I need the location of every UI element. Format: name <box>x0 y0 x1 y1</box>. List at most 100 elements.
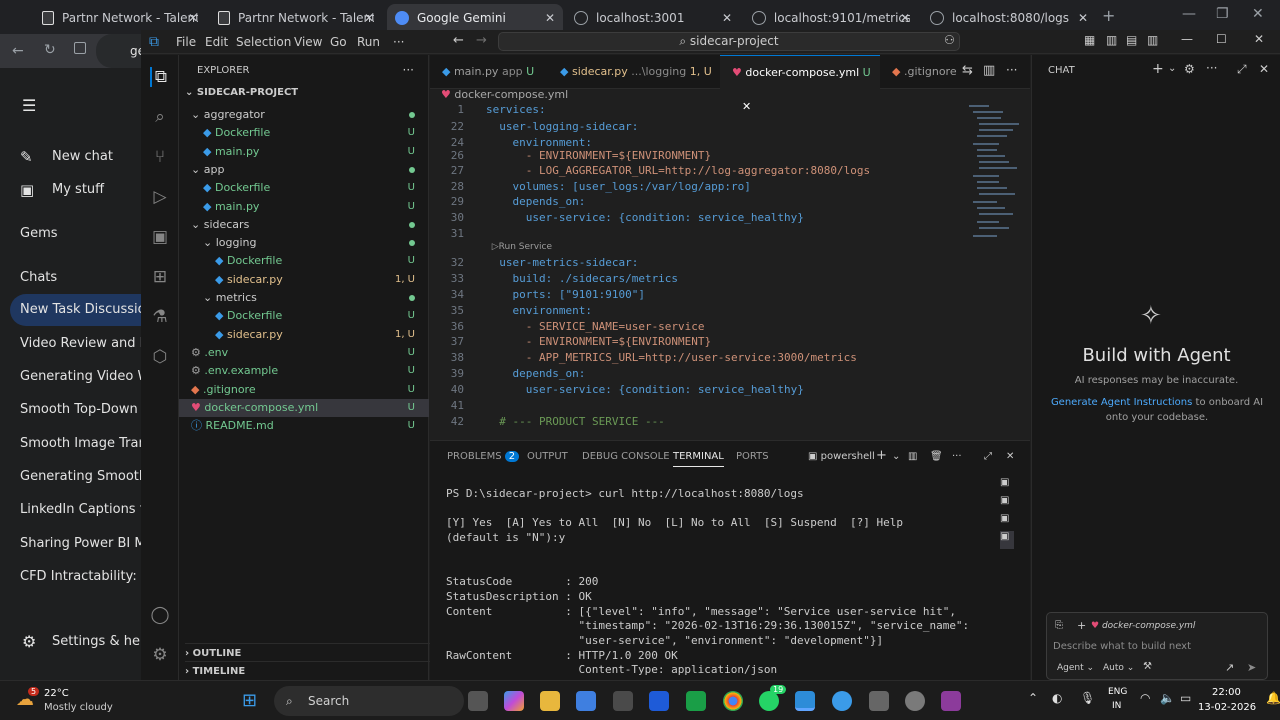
docker-icon[interactable]: ⬡ <box>150 347 170 367</box>
remote-explorer-icon[interactable]: ▣ <box>150 227 170 247</box>
tab-debug-console[interactable]: DEBUG CONSOLE <box>582 451 670 462</box>
volume-icon[interactable]: 🔈 <box>1160 691 1175 705</box>
wifi-icon[interactable]: ◠ <box>1140 691 1150 705</box>
close-panel-icon[interactable]: ✕ <box>1006 451 1014 462</box>
code-editor[interactable]: 1 services: 22 user-logging-sidecar: 24 env… <box>430 103 1030 448</box>
chat-item[interactable]: New Task Discussion <box>20 302 154 317</box>
editor-tab-sidecar-py[interactable]: ◆ sidecar.py ...\logging 1, U <box>548 55 720 89</box>
extensions-icon[interactable]: ⊞ <box>150 267 170 287</box>
minimize-icon[interactable]: — <box>1181 32 1193 46</box>
copilot-icon[interactable]: ⚇ <box>944 33 955 47</box>
maximize-panel-icon[interactable]: ⤢ <box>984 451 992 462</box>
terminal-profile[interactable]: ▣ powershell <box>808 451 875 462</box>
store-icon[interactable] <box>576 691 596 711</box>
terminal-instance-icon[interactable]: ▣ <box>1000 477 1014 495</box>
gear-icon[interactable]: ⚙ <box>1184 62 1195 76</box>
new-terminal-icon[interactable]: + <box>876 448 887 463</box>
new-chat-icon[interactable]: + <box>1152 61 1164 77</box>
address-bar[interactable]: ge <box>96 34 145 68</box>
tree-file[interactable]: ⚙ .env.example U <box>179 362 429 380</box>
close-icon[interactable]: ✕ <box>188 11 198 25</box>
tree-folder[interactable]: ⌄ app <box>179 161 429 179</box>
browser-tab-gemini[interactable]: Google Gemini ✕ <box>387 4 563 32</box>
copilot-icon[interactable] <box>504 691 524 711</box>
app-icon[interactable] <box>832 691 852 711</box>
maximize-icon[interactable]: ❐ <box>1216 6 1229 22</box>
chat-item[interactable]: Smooth Top-Down to <box>20 402 155 417</box>
timeline-section[interactable]: › TIMELINE <box>185 661 435 677</box>
close-window-icon[interactable]: ✕ <box>1252 6 1264 22</box>
search-icon[interactable]: ⌕ <box>150 107 170 127</box>
menu-file[interactable]: File <box>176 35 196 49</box>
tree-file[interactable]: ⚙ .env U <box>179 344 429 362</box>
toggle-secondary-sidebar-icon[interactable]: ▥ <box>1147 33 1158 47</box>
add-context-icon[interactable]: + <box>1077 619 1086 632</box>
new-chat-icon[interactable]: ✎ <box>20 148 33 166</box>
whatsapp-icon[interactable] <box>759 691 779 711</box>
language-top[interactable]: ENG <box>1108 687 1127 697</box>
taskbar-search[interactable]: ⌕ Search <box>274 686 464 716</box>
language-bottom[interactable]: IN <box>1112 701 1121 711</box>
new-chat-link[interactable]: New chat <box>52 149 113 164</box>
delegate-icon[interactable]: ↗ <box>1225 661 1234 674</box>
browser-tab-4[interactable]: localhost:3001 ✕ <box>566 4 740 32</box>
windows-start-icon[interactable]: ⊞ <box>242 690 257 711</box>
toggle-sidebar-icon[interactable]: ▥ <box>1106 33 1117 47</box>
chat-item[interactable]: CFD Intractability: Gri <box>20 569 160 584</box>
reload-icon[interactable]: ↻ <box>44 42 56 58</box>
browser-tab-5[interactable]: localhost:9101/metrics ✕ <box>744 4 918 32</box>
menu-view[interactable]: View <box>294 35 322 49</box>
battery-icon[interactable]: ▭ <box>1180 691 1191 705</box>
breadcrumb[interactable]: ♥ docker-compose.yml <box>441 88 568 101</box>
testing-icon[interactable]: ⚗ <box>150 307 170 327</box>
attach-icon[interactable]: ⎘ <box>1055 620 1063 631</box>
back-icon[interactable]: ← <box>12 43 24 59</box>
gems-link[interactable]: Gems <box>20 226 58 241</box>
menu-more[interactable]: ··· <box>393 35 404 49</box>
tree-file[interactable]: ◆ Dockerfile U <box>179 124 429 142</box>
manage-gear-icon[interactable]: ⚙ <box>150 645 170 665</box>
outline-section[interactable]: › OUTLINE <box>185 643 435 659</box>
app-icon[interactable] <box>649 691 669 711</box>
tab-output[interactable]: OUTPUT <box>527 451 568 462</box>
task-view-icon[interactable] <box>468 691 488 711</box>
close-icon[interactable]: ✕ <box>1259 62 1269 76</box>
minimize-icon[interactable]: — <box>1182 6 1196 22</box>
tree-folder[interactable]: ⌄ logging <box>179 234 429 252</box>
close-window-icon[interactable]: ✕ <box>1254 32 1264 46</box>
tree-file[interactable]: ◆ main.py U <box>179 198 429 216</box>
tree-file[interactable]: ◆ sidecar.py 1, U <box>179 271 429 289</box>
clock-time[interactable]: 22:00 <box>1212 687 1241 698</box>
tab-ports[interactable]: PORTS <box>736 451 769 462</box>
explorer-icon[interactable]: ⧉ <box>150 67 170 87</box>
gear-icon[interactable]: ⚙ <box>22 632 36 651</box>
terminal-instance-icon[interactable]: ▣ <box>1000 531 1014 549</box>
xbox-icon[interactable] <box>686 691 706 711</box>
tree-folder[interactable]: ⌄ aggregator <box>179 106 429 124</box>
toggle-panel-icon[interactable]: ▤ <box>1126 33 1137 47</box>
more-actions-icon[interactable]: ··· <box>952 451 962 462</box>
layout-icon[interactable]: ▦ <box>1084 33 1095 47</box>
weather-temp[interactable]: 22°C <box>44 688 69 699</box>
codelens-run-service[interactable]: ▷Run Service <box>486 242 552 252</box>
app-icon[interactable] <box>869 691 889 711</box>
menu-edit[interactable]: Edit <box>205 35 228 49</box>
tab-terminal[interactable]: TERMINAL <box>673 451 724 467</box>
maximize-icon[interactable]: ☐ <box>1216 32 1227 46</box>
file-explorer-icon[interactable] <box>540 691 560 711</box>
editor-tab-docker-compose[interactable]: ♥ docker-compose.yml U ✕ <box>720 55 880 113</box>
vscode-taskbar-icon[interactable] <box>795 691 815 711</box>
close-icon[interactable]: ✕ <box>545 11 555 25</box>
split-terminal-icon[interactable]: ▥ <box>908 451 917 462</box>
app-icon[interactable] <box>613 691 633 711</box>
browser-tab-1[interactable]: Partnr Network - Talent Lay ✕ <box>34 4 206 32</box>
maximize-icon[interactable]: ⤢ <box>1237 62 1247 77</box>
chevron-down-icon[interactable]: ⌄ <box>892 451 900 462</box>
tree-file[interactable]: ⓘ README.md U <box>179 417 429 435</box>
run-debug-icon[interactable]: ▷ <box>150 187 170 207</box>
account-icon[interactable]: ◯ <box>150 605 170 625</box>
notification-icon[interactable]: 🔔 <box>1266 691 1280 705</box>
microphone-icon[interactable]: 🎙 <box>1080 691 1095 705</box>
snipping-tool-icon[interactable] <box>941 691 961 711</box>
compare-icon[interactable]: ⇆ <box>962 63 973 78</box>
